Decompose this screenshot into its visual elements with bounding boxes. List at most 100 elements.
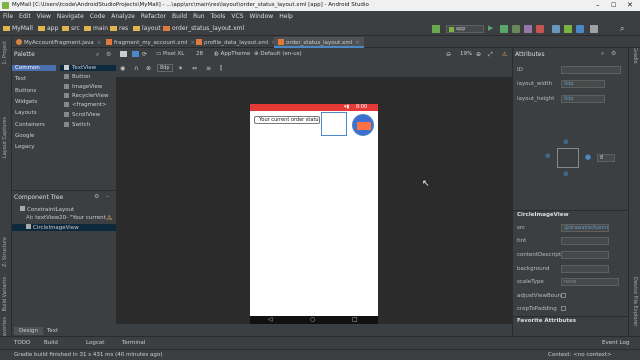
tab-text[interactable]: Text xyxy=(42,327,63,335)
breadcrumb-layout[interactable]: layout xyxy=(133,25,161,32)
magnet-icon[interactable]: ∩ xyxy=(134,65,138,72)
right-constraint-dot[interactable]: ● xyxy=(585,153,591,161)
warning-icon[interactable]: ⚠ xyxy=(106,214,112,222)
menu-edit[interactable]: Edit xyxy=(19,13,31,20)
tab-my-account-fragment[interactable]: MyAccountFragment.java × xyxy=(12,37,105,48)
menu-code[interactable]: Code xyxy=(90,13,105,20)
menu-file[interactable]: File xyxy=(3,13,13,20)
menu-tools[interactable]: Tools xyxy=(211,13,226,20)
circle-image-view[interactable] xyxy=(352,114,374,136)
terminal-tab[interactable]: Terminal xyxy=(122,340,145,346)
palette-category-widgets[interactable]: Widgets xyxy=(15,99,37,105)
blueprint-icon[interactable] xyxy=(132,51,139,57)
status-message[interactable]: Gradle build finished in 31 s 431 ms (40… xyxy=(14,352,162,358)
sync-icon[interactable] xyxy=(552,25,560,33)
order-status-textview[interactable]: Your current order status xyxy=(254,116,320,124)
coverage-icon[interactable] xyxy=(512,25,520,33)
build-variants-tool-tab[interactable]: Build Variants xyxy=(2,277,8,311)
locale-select[interactable]: ⊕ Default (en-us) xyxy=(254,51,302,57)
design-surface-icon[interactable] xyxy=(120,51,127,57)
search-icon[interactable]: ⌕ xyxy=(620,24,624,34)
build-tab[interactable]: Build xyxy=(44,340,58,346)
clear-constraints-icon[interactable]: ⊗ xyxy=(146,65,151,72)
sdk-manager-icon[interactable] xyxy=(576,25,584,33)
zoom-fit-icon[interactable]: ⤢ xyxy=(488,51,493,59)
menu-view[interactable]: View xyxy=(37,13,51,20)
breadcrumb-main[interactable]: main xyxy=(84,25,108,32)
orientation-icon[interactable]: ⟳ xyxy=(142,51,147,58)
tree-node-constraintlayout[interactable]: ConstraintLayout xyxy=(20,206,74,213)
menu-build[interactable]: Build xyxy=(172,13,187,20)
default-margin-select[interactable]: 8dp xyxy=(157,64,173,72)
close-icon[interactable]: ✕ xyxy=(627,1,633,9)
breadcrumb-src[interactable]: src xyxy=(62,25,80,32)
palette-item-fragment[interactable]: <fragment> xyxy=(64,102,107,108)
search-icon[interactable]: ⌕ xyxy=(96,51,99,59)
hammer-icon[interactable] xyxy=(432,25,440,33)
palette-item-switch[interactable]: Switch xyxy=(64,122,90,128)
minimize-panel-icon[interactable]: – xyxy=(106,193,109,200)
avd-manager-icon[interactable] xyxy=(564,25,572,33)
content-description-field[interactable] xyxy=(561,251,609,259)
settings-icon[interactable]: ⚙ xyxy=(106,51,111,58)
palette-category-text[interactable]: Text xyxy=(15,76,26,82)
guidelines-icon[interactable]: ⫿ xyxy=(220,65,222,73)
close-tab-icon[interactable]: × xyxy=(355,40,360,46)
project-tool-tab[interactable]: 1: Project xyxy=(2,41,8,65)
logcat-tab[interactable]: Logcat xyxy=(86,340,104,346)
tree-node-circleimageview[interactable]: CircleImageView xyxy=(12,224,116,231)
layout-height-field[interactable]: 0dp xyxy=(561,95,605,103)
tint-field[interactable] xyxy=(561,237,609,245)
breadcrumb-res[interactable]: res xyxy=(110,25,128,32)
palette-category-google[interactable]: Google xyxy=(15,133,34,139)
id-field[interactable] xyxy=(561,66,621,74)
crop-to-padding-checkbox[interactable] xyxy=(561,306,566,311)
add-top-constraint-icon[interactable]: ⊕ xyxy=(563,138,569,146)
tree-node-textview[interactable]: Ab textView20- "Your current ... xyxy=(26,215,113,221)
close-tab-icon[interactable]: × xyxy=(97,40,102,46)
structure-icon[interactable] xyxy=(590,25,598,33)
device-select[interactable]: ▭ Pixel XL xyxy=(156,51,184,57)
zoom-out-icon[interactable]: ⊖ xyxy=(446,51,451,58)
palette-category-legacy[interactable]: Legacy xyxy=(15,144,35,150)
status-context[interactable]: Context: <no context> xyxy=(548,352,612,358)
palette-category-buttons[interactable]: Buttons xyxy=(15,88,36,94)
settings-icon[interactable]: ⚙ xyxy=(611,50,616,57)
palette-item-recyclerview[interactable]: RecyclerView xyxy=(64,93,109,99)
menu-run[interactable]: Run xyxy=(193,13,205,20)
settings-icon[interactable]: ⚙ xyxy=(94,193,99,200)
event-log-tab[interactable]: Event Log xyxy=(602,340,629,346)
design-canvas[interactable]: 8:00 ▾▮ Your current order status ◁ ○ □ … xyxy=(116,77,512,324)
palette-item-imageview[interactable]: ImageView xyxy=(64,84,102,90)
add-bottom-constraint-icon[interactable]: ⊕ xyxy=(563,170,569,178)
breadcrumb-project[interactable]: MyMall xyxy=(3,25,33,32)
menu-window[interactable]: Window xyxy=(250,13,274,20)
palette-item-scrollview[interactable]: ScrollView xyxy=(64,112,100,118)
scale-type-select[interactable]: none xyxy=(561,278,619,286)
add-left-constraint-icon[interactable]: ⊕ xyxy=(545,152,551,160)
maximize-icon[interactable]: ☐ xyxy=(611,2,616,9)
menu-refactor[interactable]: Refactor xyxy=(141,13,166,20)
search-icon[interactable]: ⌕ xyxy=(601,50,604,58)
phone-preview[interactable]: 8:00 ▾▮ Your current order status ◁ ○ □ xyxy=(250,104,378,324)
palette-item-textview[interactable]: TextView xyxy=(60,65,116,71)
adjust-view-bounds-checkbox[interactable] xyxy=(561,293,566,298)
run-config-select[interactable]: app xyxy=(446,25,484,33)
menu-help[interactable]: Help xyxy=(279,13,293,20)
structure-tool-tab[interactable]: Z: Structure xyxy=(2,237,8,267)
margin-right-field[interactable]: 8 xyxy=(597,154,615,162)
src-field[interactable]: @drawable/banne xyxy=(561,224,609,232)
palette-category-layouts[interactable]: Layouts xyxy=(15,110,37,116)
eye-icon[interactable]: ◉ xyxy=(120,65,125,72)
menu-navigate[interactable]: Navigate xyxy=(57,13,84,20)
layout-width-field[interactable]: 0dp xyxy=(561,80,605,88)
tab-profile-data-layout[interactable]: profile_data_layout.xml× xyxy=(192,37,280,48)
menu-analyze[interactable]: Analyze xyxy=(111,13,135,20)
pack-icon[interactable]: ⇔ xyxy=(192,65,197,72)
tab-fragment-my-account[interactable]: fragment_my_account.xml × xyxy=(102,37,199,48)
zoom-in-icon[interactable]: ⊕ xyxy=(476,51,481,58)
breadcrumb-app[interactable]: app xyxy=(38,25,58,32)
warning-icon[interactable]: ⚠ xyxy=(502,51,507,58)
device-explorer-tool-tab[interactable]: Device File Explorer xyxy=(632,277,638,326)
palette-item-button[interactable]: Button xyxy=(64,74,90,80)
